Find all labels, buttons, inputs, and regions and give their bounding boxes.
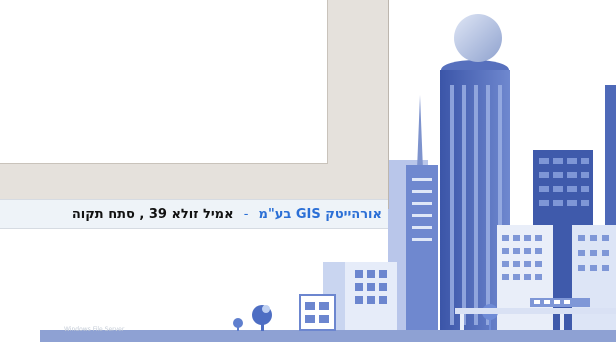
company-address: אמיל זולא 39 , סתח תקוה bbox=[71, 207, 234, 222]
main-content-panel bbox=[0, 0, 328, 164]
separator: - bbox=[243, 207, 249, 222]
application-window bbox=[0, 0, 389, 209]
footer-watermark: Windows File Server bbox=[64, 326, 125, 333]
company-info-bar: אורהייטק GIS בע"מ - אמיל זולא 39 , סתח ת… bbox=[0, 199, 388, 229]
company-name: אורהייטק GIS בע"מ bbox=[258, 207, 382, 222]
